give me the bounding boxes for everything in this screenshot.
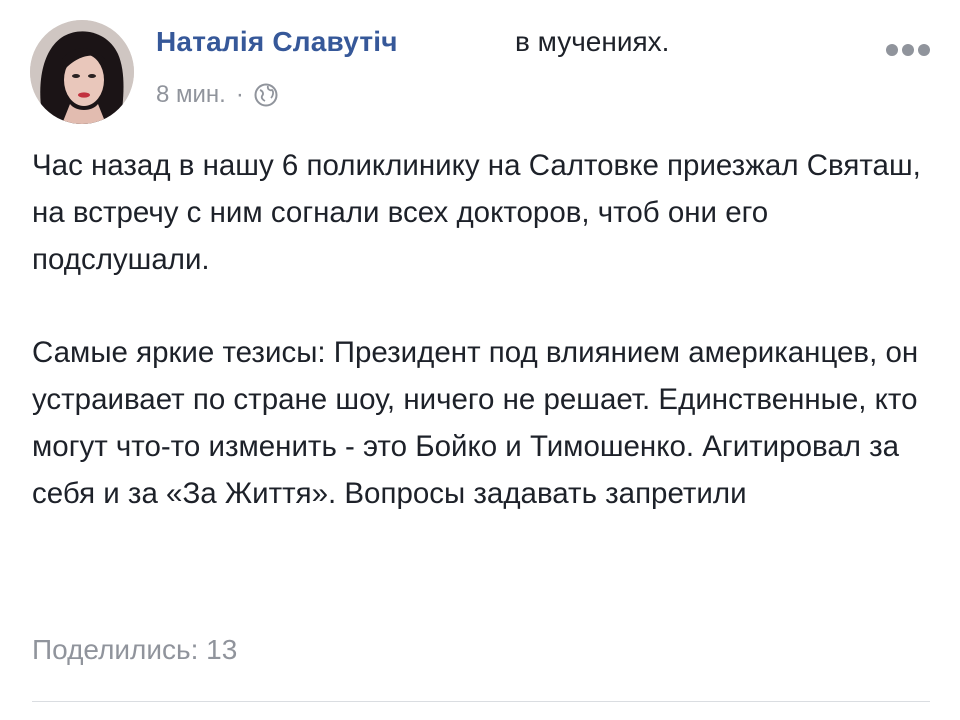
post-meta: 8 мин. · xyxy=(156,80,279,110)
author-name-link[interactable]: Наталія Славутіч xyxy=(156,26,398,57)
activity-status: в мучениях. xyxy=(515,26,670,57)
facebook-post: Наталія Славутіч в мучениях. 8 мин. · Ча… xyxy=(0,0,960,720)
avatar[interactable] xyxy=(30,20,134,124)
avatar-photo xyxy=(30,20,134,124)
post-paragraph: Час назад в нашу 6 поликлинику на Салтов… xyxy=(32,149,921,276)
more-options-icon[interactable] xyxy=(884,42,932,58)
post-body: Час назад в нашу 6 поликлинику на Салтов… xyxy=(32,143,942,517)
post-paragraph: Самые яркие тезисы: Президент под влияни… xyxy=(32,336,919,510)
meta-separator: · xyxy=(235,81,244,108)
timestamp[interactable]: 8 мин. xyxy=(156,81,226,109)
divider xyxy=(32,701,930,702)
globe-icon[interactable] xyxy=(253,82,279,108)
author-header: Наталія Славутіч xyxy=(156,26,398,66)
shares-count-link[interactable]: Поделились: 13 xyxy=(32,634,237,666)
